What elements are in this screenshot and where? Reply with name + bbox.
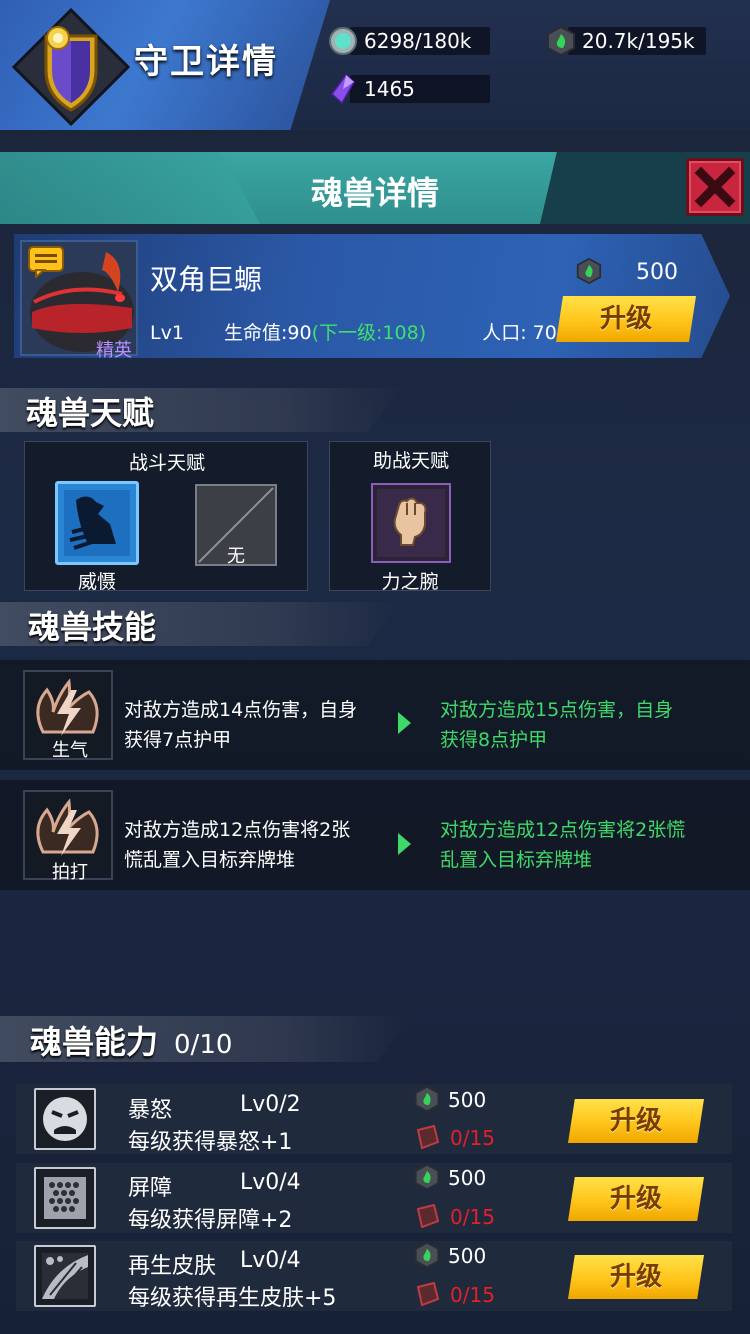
resource-soul-gem: 20.7k/195k [546,24,706,58]
arrow-right-icon [398,712,411,734]
skill-anger-next: 对敌方造成15点伤害，自身 获得8点护甲 [440,699,674,751]
silver-coin-icon [329,27,357,55]
intimidate-icon [64,490,130,556]
guard-shield-icon [11,7,131,127]
resource-crystal: 1465 [328,72,490,106]
skill-section-title: 魂兽技能 [28,608,157,646]
ability-regen-level: Lv0/4 [240,1248,301,1273]
skill-anger-name: 生气 [52,740,88,761]
barrier-grid-icon [44,1177,86,1219]
ability-rage-level: Lv0/2 [240,1092,301,1117]
combat-talent-title: 战斗天赋 [128,452,205,474]
skill-slap-name: 拍打 [52,862,88,883]
ability-barrier-name: 屏障 [128,1176,173,1201]
ability-barrier[interactable] [34,1167,96,1229]
monster-rank: 精英 [96,340,132,361]
ability-barrier-material: 0/15 [450,1205,495,1229]
monster-name: 双角巨螈 [150,263,263,296]
page-title: 守卫详情 [134,42,278,82]
green-soul-gem-icon [576,257,604,286]
ability-regen-upgrade-button[interactable]: 升级 [568,1255,704,1299]
talent-fist-label: 力之腕 [381,571,439,593]
ability-barrier-upgrade-button[interactable]: 升级 [568,1177,704,1221]
soul-gem-value: 20.7k/195k [582,29,695,53]
monster-upgrade-cost: 500 [636,260,678,285]
talent-intimidate-label: 威慑 [77,571,116,593]
green-soul-gem-icon [414,1085,440,1113]
ability-regen-cost: 500 [448,1244,487,1268]
skill-anger[interactable]: 生气 [23,670,113,761]
talent-intimidate[interactable] [55,481,139,565]
ability-regen-name: 再生皮肤 [128,1254,217,1279]
talent-empty-slot[interactable]: 无 [195,484,277,567]
ability-barrier-cost: 500 [448,1166,487,1190]
silver-value: 6298/180k [364,29,472,53]
support-talent-title: 助战天赋 [372,450,449,472]
detail-title: 魂兽详情 [310,174,439,212]
ability-rage-name: 暴怒 [128,1098,173,1123]
ability-rage-cost: 500 [448,1088,487,1112]
skill-slap-current: 对敌方造成12点伤害将2张 慌乱置入目标弃牌堆 [124,819,351,871]
regen-skin-icon [42,1253,89,1300]
ability-barrier-level: Lv0/4 [240,1170,301,1195]
detail-header: 魂兽详情 [0,152,750,224]
green-soul-gem-icon [547,26,575,56]
monster-hp: 生命值:90 [224,322,312,344]
monster-hp-next: (下一级:108) [311,322,427,344]
skill-slap[interactable]: 拍打 [23,790,113,883]
ability-progress: 0/10 [174,1030,233,1060]
red-material-icon [414,1281,440,1307]
monster-upgrade-button[interactable]: 升级 [556,296,696,342]
ability-rage[interactable] [34,1088,96,1150]
purple-crystal-icon [330,74,355,104]
resource-silver: 6298/180k [328,24,490,58]
monster-level: Lv1 [150,322,184,344]
ability-rage-upgrade-button[interactable]: 升级 [568,1099,704,1143]
ability-section-title: 魂兽能力 [30,1023,159,1061]
talent-empty-label: 无 [227,546,245,567]
fist-icon [377,489,445,557]
ability-rage-material: 0/15 [450,1126,495,1150]
skill-anger-current: 对敌方造成14点伤害，自身 获得7点护甲 [124,699,358,751]
green-soul-gem-icon [414,1241,440,1269]
red-material-icon [414,1203,440,1229]
close-icon [694,166,736,208]
talent-fist[interactable] [371,483,451,563]
ability-section-header: 魂兽能力 0/10 [30,1017,232,1063]
ability-barrier-desc: 每级获得屏障+2 [128,1208,293,1233]
ability-regen-material: 0/15 [450,1283,495,1307]
red-material-icon [414,1124,440,1150]
ability-regen-desc: 每级获得再生皮肤+5 [128,1286,337,1311]
arrow-right-icon [398,833,411,855]
monster-population: 人口: 70 [482,322,557,344]
talent-section-title: 魂兽天赋 [26,394,155,432]
green-soul-gem-icon [414,1163,440,1191]
monster-stats: Lv1 生命值:90(下一级:108) 人口: 70 [150,318,557,345]
ability-regen-skin[interactable] [34,1245,96,1307]
close-button[interactable] [686,158,744,216]
rage-face-icon [43,1097,87,1141]
skill-slap-next: 对敌方造成12点伤害将2张慌 乱置入目标弃牌堆 [440,819,686,871]
crystal-value: 1465 [364,77,415,101]
ability-rage-desc: 每级获得暴怒+1 [128,1130,293,1155]
chat-bubble-icon[interactable] [28,246,64,280]
